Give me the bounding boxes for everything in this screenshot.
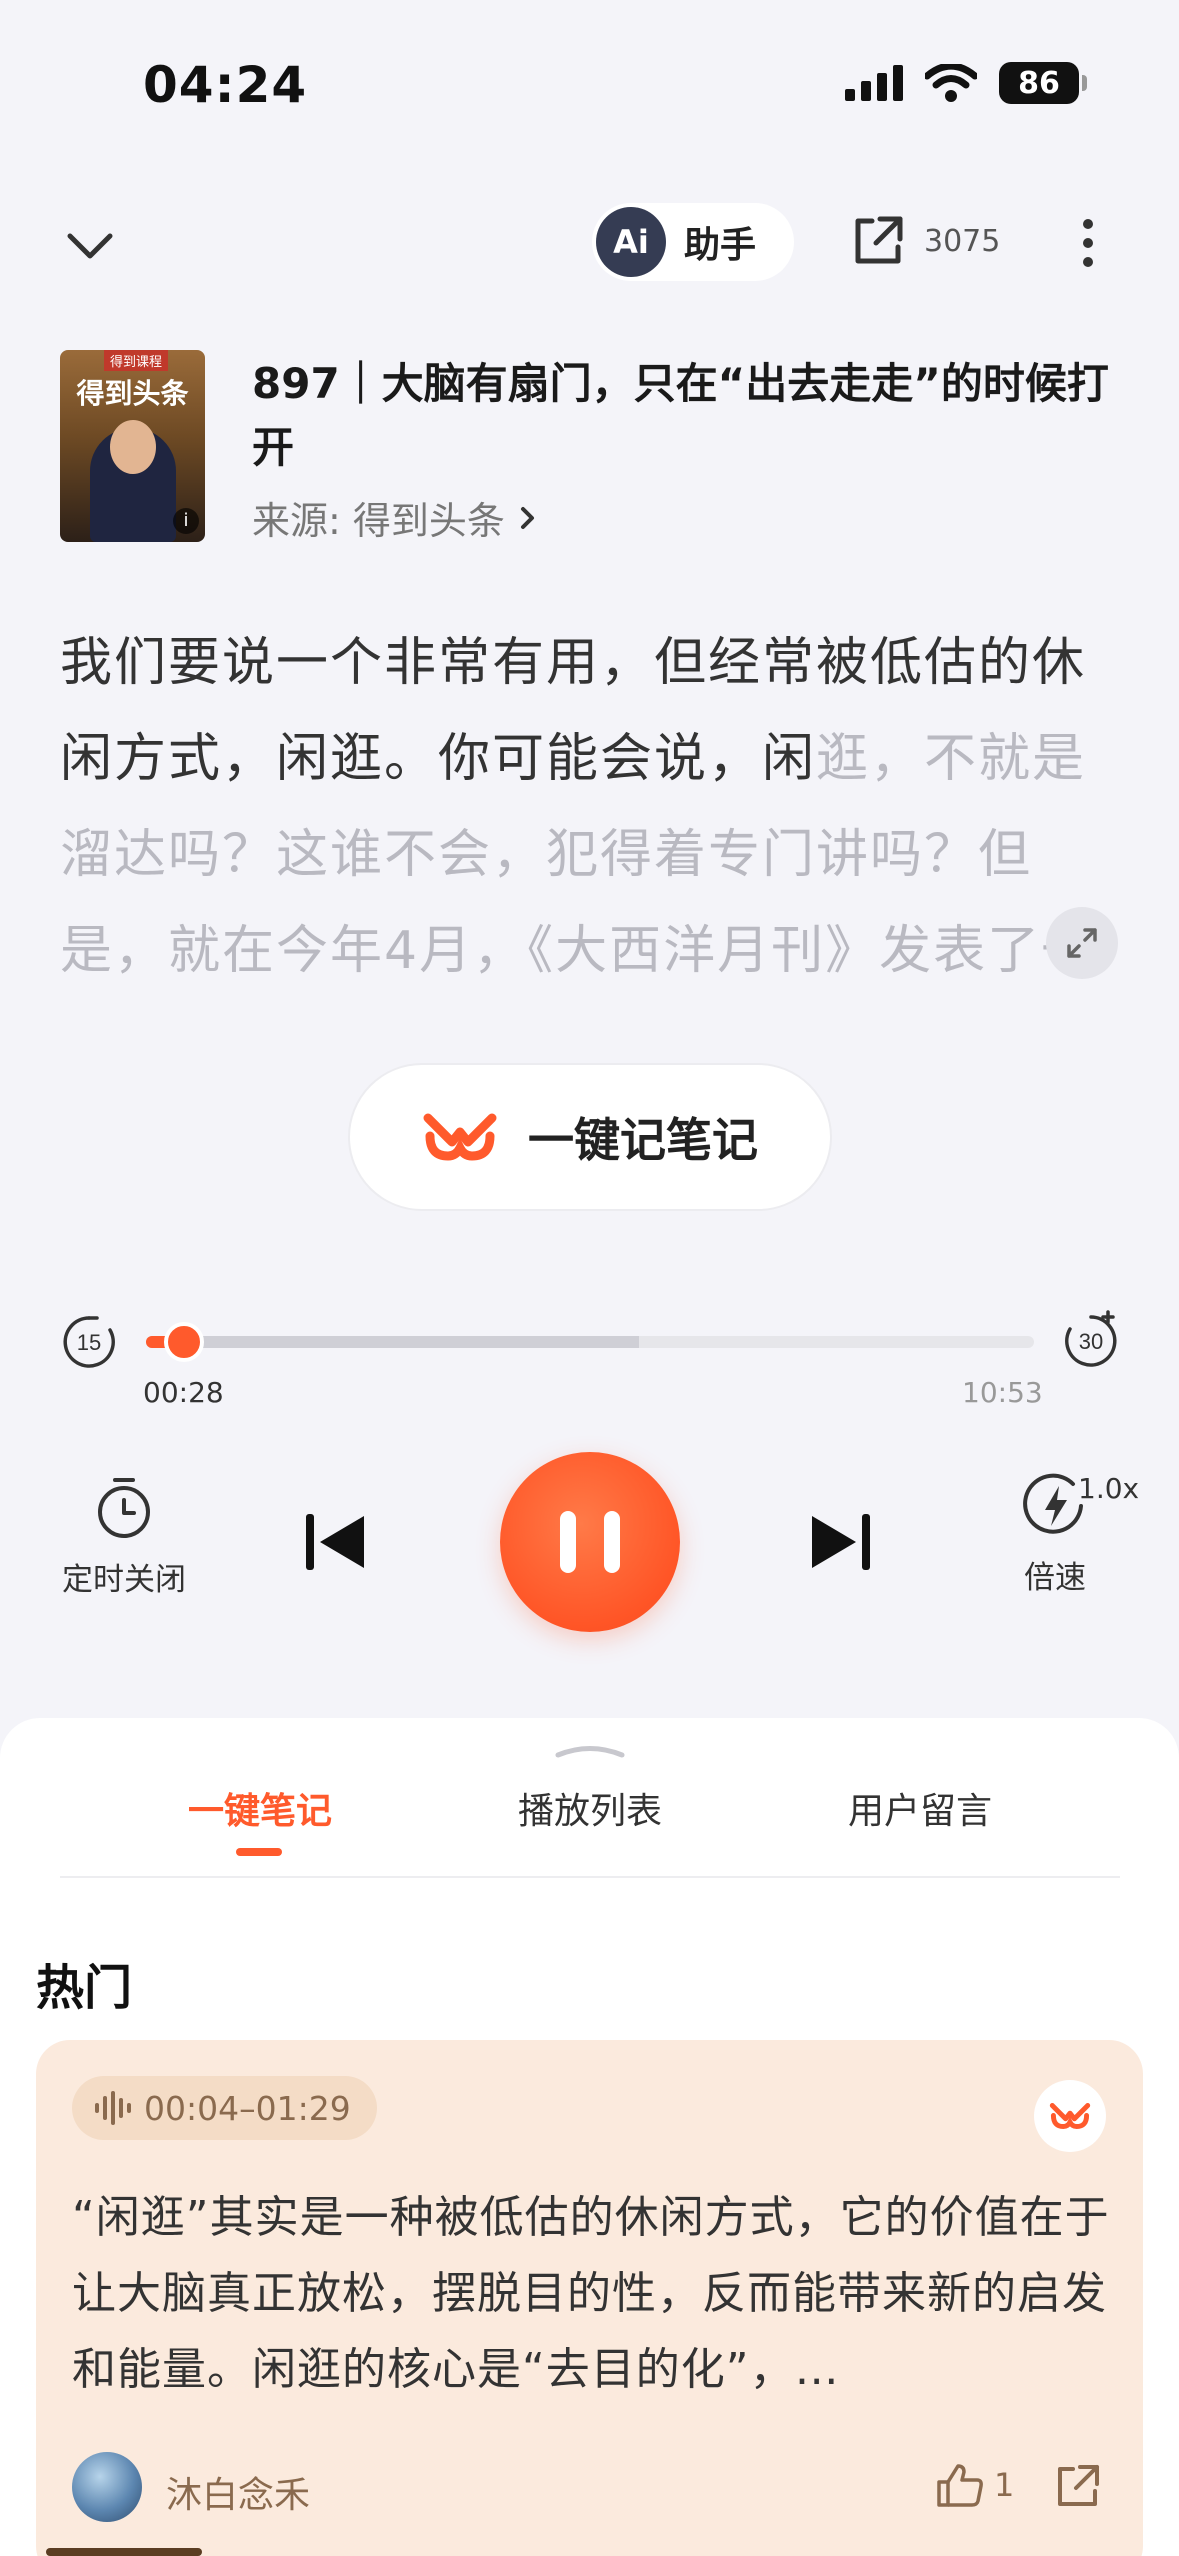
sleep-timer-label: 定时关闭	[62, 1562, 186, 1598]
note-share-icon[interactable]	[1054, 2462, 1102, 2510]
next-track-icon[interactable]	[808, 1510, 874, 1574]
thumbs-up-icon	[937, 2464, 983, 2507]
cover-title: 得到头条	[76, 377, 189, 410]
note-text: “闲逛”其实是一种被低估的休闲方式，它的价值在于让大脑真正放松，摆脱目的性，反而…	[72, 2192, 1110, 2395]
author-avatar[interactable]	[72, 2452, 142, 2522]
skip-forward-value: 30	[1079, 1329, 1103, 1354]
previous-track-icon[interactable]	[302, 1510, 368, 1574]
active-tab-indicator	[236, 1848, 282, 1856]
time-range-text: 00:04–01:29	[144, 2088, 351, 2128]
wifi-icon	[925, 64, 977, 102]
sheet-drag-handle[interactable]	[554, 1744, 626, 1758]
sleep-timer-button[interactable]: 定时关闭	[54, 1476, 194, 1599]
episode-source-link[interactable]: 来源: 得到头条	[252, 490, 537, 545]
progress-buffered	[146, 1336, 639, 1348]
speed-label: 倍速	[1024, 1560, 1086, 1596]
one-tap-note-button[interactable]: 一键记笔记	[348, 1063, 832, 1211]
current-time: 00:28	[143, 1376, 224, 1409]
ai-assistant-button[interactable]: Ai 助手	[592, 203, 794, 281]
status-time: 04:24	[143, 56, 308, 114]
ai-assistant-label: 助手	[684, 225, 757, 266]
status-icons: 86	[845, 62, 1087, 104]
ai-badge-text: Ai	[613, 223, 649, 261]
total-time: 10:53	[962, 1376, 1043, 1409]
cover-face	[110, 420, 156, 474]
speed-value: 1.0x	[1078, 1472, 1140, 1505]
note-time-range[interactable]: 00:04–01:29	[72, 2076, 377, 2140]
tab-playlist[interactable]: 播放列表	[490, 1782, 690, 1834]
signal-icon	[845, 65, 903, 101]
episode-title: 897｜大脑有扇门，只在“出去走走”的时候打开	[252, 359, 1109, 472]
rewind-15-icon: 15	[63, 1316, 115, 1368]
cover-tag: 得到课程	[104, 350, 169, 371]
like-button[interactable]: 1	[936, 2462, 1014, 2508]
chevron-right-icon	[520, 506, 534, 529]
forward-30-icon: 30	[1065, 1310, 1117, 1367]
skip-forward-30-button[interactable]: 30	[1060, 1308, 1122, 1374]
tab-one-tap-notes[interactable]: 一键笔记	[160, 1782, 360, 1834]
hot-section-title: 热门	[36, 1960, 133, 2016]
skip-back-15-button[interactable]: 15	[60, 1313, 118, 1375]
pause-icon-bar	[604, 1511, 620, 1573]
transcript-text[interactable]: 我们要说一个非常有用，但经常被低估的休闲方式，闲逛。你可能会说，闲逛，不就是溜达…	[60, 615, 1120, 999]
author-name[interactable]: 沐白念禾	[166, 2466, 310, 2518]
expand-icon	[1067, 928, 1097, 958]
share-count: 3075	[924, 223, 1001, 259]
note-logo-icon	[423, 1113, 497, 1161]
tab-user-comments[interactable]: 用户留言	[820, 1782, 1020, 1834]
more-options-icon[interactable]	[1080, 218, 1096, 268]
expand-transcript-button[interactable]	[1046, 907, 1118, 979]
progress-track[interactable]	[146, 1336, 1034, 1348]
one-tap-note-label: 一键记笔记	[528, 1113, 758, 1167]
note-logo-icon	[1049, 2103, 1091, 2129]
battery-indicator: 86	[999, 62, 1087, 104]
audio-wave-icon	[95, 2091, 131, 2125]
share-button[interactable]: 3075	[850, 213, 1000, 269]
info-icon[interactable]: i	[173, 508, 199, 534]
collapse-chevron-icon[interactable]	[62, 218, 118, 274]
episode-cover[interactable]: 得到课程 得到头条 i	[60, 350, 205, 542]
share-icon	[855, 216, 903, 264]
episode-source-label: 来源: 得到头条	[252, 499, 505, 543]
play-pause-button[interactable]	[500, 1452, 680, 1632]
tab-divider	[60, 1876, 1120, 1878]
note-logo-badge	[1034, 2080, 1106, 2152]
timer-icon	[98, 1478, 150, 1538]
playback-speed-button[interactable]: 1.0x 倍速	[990, 1472, 1139, 1597]
pause-icon-bar	[560, 1511, 576, 1573]
skip-back-value: 15	[77, 1330, 101, 1355]
like-count: 1	[994, 2466, 1015, 2504]
ai-icon: Ai	[596, 207, 666, 277]
progress-knob[interactable]	[164, 1322, 205, 1362]
card-scroll-indicator	[46, 2548, 202, 2556]
